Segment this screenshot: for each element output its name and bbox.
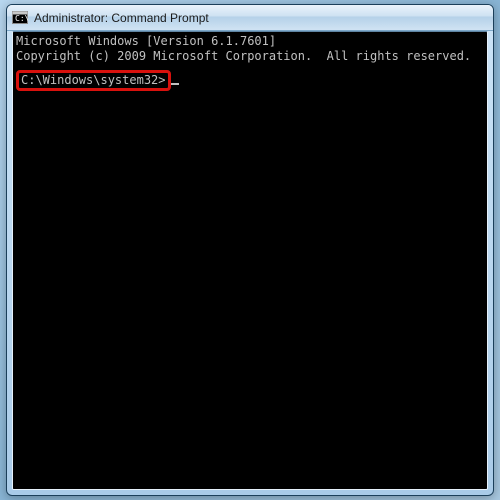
terminal-line: Microsoft Windows [Version 6.1.7601]	[16, 34, 484, 49]
text-cursor-icon	[171, 83, 179, 85]
svg-text:C:\: C:\	[15, 14, 28, 23]
command-prompt-window: C:\ Administrator: Command Prompt Micros…	[6, 4, 494, 496]
terminal-area[interactable]: Microsoft Windows [Version 6.1.7601]Copy…	[13, 32, 487, 489]
window-client-area: Microsoft Windows [Version 6.1.7601]Copy…	[12, 31, 488, 490]
cmd-icon: C:\	[12, 10, 28, 26]
prompt-highlight: C:\Windows\system32>	[16, 70, 171, 91]
terminal-line: Copyright (c) 2009 Microsoft Corporation…	[16, 49, 484, 64]
titlebar[interactable]: C:\ Administrator: Command Prompt	[7, 5, 493, 31]
window-title: Administrator: Command Prompt	[34, 11, 487, 25]
command-prompt: C:\Windows\system32>	[21, 73, 166, 87]
